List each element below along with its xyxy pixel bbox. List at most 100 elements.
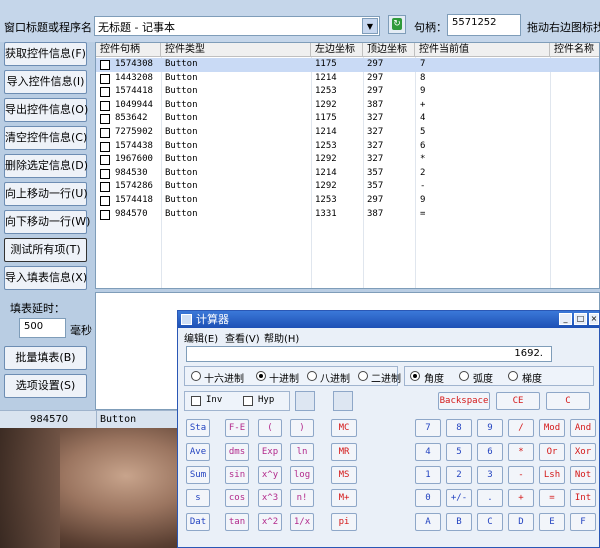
pad-key-1-3[interactable]: *: [508, 443, 534, 461]
handle-input[interactable]: 5571252: [447, 14, 521, 36]
pad-key-1-5[interactable]: Xor: [570, 443, 596, 461]
sci-key-1-1[interactable]: dms: [225, 443, 249, 461]
pad-key-0-3[interactable]: /: [508, 419, 534, 437]
pad-key-4-0[interactable]: A: [415, 513, 441, 531]
radio-bin[interactable]: [358, 371, 368, 381]
sci-key-2-1[interactable]: sin: [225, 466, 249, 484]
memory-key-1[interactable]: MR: [331, 443, 357, 461]
close-icon[interactable]: ×: [589, 313, 599, 325]
sci-key-0-2[interactable]: (: [258, 419, 282, 437]
row-checkbox[interactable]: [100, 100, 110, 111]
fill-delay-input[interactable]: 500: [19, 318, 66, 338]
ce-button[interactable]: CE: [496, 392, 540, 410]
table-row[interactable]: 1574308 Button 1175 297 7: [96, 58, 599, 72]
pad-key-0-2[interactable]: 9: [477, 419, 503, 437]
sci-key-1-3[interactable]: ln: [290, 443, 314, 461]
sci-key-1-2[interactable]: Exp: [258, 443, 282, 461]
pad-key-2-4[interactable]: Lsh: [539, 466, 565, 484]
radio-hex[interactable]: [191, 371, 201, 381]
sci-key-4-1[interactable]: tan: [225, 513, 249, 531]
memory-key-3[interactable]: M+: [331, 489, 357, 507]
pad-key-1-2[interactable]: 6: [477, 443, 503, 461]
row-checkbox[interactable]: [100, 114, 110, 125]
row-checkbox[interactable]: [100, 141, 110, 152]
column-header-name[interactable]: 控件名称: [550, 43, 599, 57]
menu-view[interactable]: 查看(V): [225, 330, 260, 345]
table-row[interactable]: 7275902 Button 1214 327 5: [96, 126, 599, 140]
table-row[interactable]: 984530 Button 1214 357 2: [96, 167, 599, 181]
minimize-icon[interactable]: _: [559, 313, 572, 325]
move-down-button[interactable]: 向下移动一行(W): [4, 210, 90, 234]
refresh-button[interactable]: ↻: [388, 15, 406, 34]
pad-key-2-3[interactable]: -: [508, 466, 534, 484]
row-checkbox[interactable]: [100, 128, 110, 138]
table-row[interactable]: 853642 Button 1175 327 4: [96, 112, 599, 126]
memory-key-2[interactable]: MS: [331, 466, 357, 484]
sci-key-3-3[interactable]: n!: [290, 489, 314, 507]
pad-key-2-1[interactable]: 2: [446, 466, 472, 484]
delete-selected-button[interactable]: 删除选定信息(D): [4, 154, 88, 178]
table-row[interactable]: 984570 Button 1331 387 =: [96, 208, 599, 222]
memory-key-0[interactable]: MC: [331, 419, 357, 437]
options-button[interactable]: 选项设置(S): [4, 374, 87, 398]
pad-key-3-0[interactable]: 0: [415, 489, 441, 507]
sci-key-4-3[interactable]: 1/x: [290, 513, 314, 531]
sci-key-4-0[interactable]: Dat: [186, 513, 210, 531]
move-up-button[interactable]: 向上移动一行(U): [4, 182, 88, 206]
menu-help[interactable]: 帮助(H): [264, 330, 299, 345]
inv-checkbox[interactable]: [191, 396, 201, 406]
row-checkbox[interactable]: [100, 87, 110, 98]
row-checkbox[interactable]: [100, 60, 110, 70]
column-header-top[interactable]: 顶边坐标: [363, 43, 415, 57]
get-control-info-button[interactable]: 获取控件信息(F): [4, 42, 87, 66]
batch-fill-button[interactable]: 批量填表(B): [4, 346, 87, 370]
sci-key-4-2[interactable]: x^2: [258, 513, 282, 531]
table-row[interactable]: 1443208 Button 1214 297 8: [96, 72, 599, 86]
pad-key-3-2[interactable]: .: [477, 489, 503, 507]
table-row[interactable]: 1574418 Button 1253 297 9: [96, 194, 599, 208]
pad-key-0-5[interactable]: And: [570, 419, 596, 437]
pad-key-0-4[interactable]: Mod: [539, 419, 565, 437]
radio-radians[interactable]: [459, 371, 469, 381]
column-header-handle[interactable]: 控件句柄: [96, 43, 161, 57]
row-checkbox[interactable]: [100, 182, 110, 193]
test-all-button[interactable]: 测试所有项(T): [4, 238, 87, 262]
pad-key-4-5[interactable]: F: [570, 513, 596, 531]
radio-dec[interactable]: [256, 371, 266, 381]
sci-key-1-0[interactable]: Ave: [186, 443, 210, 461]
sci-key-3-1[interactable]: cos: [225, 489, 249, 507]
chevron-down-icon[interactable]: ▼: [362, 18, 378, 34]
pad-key-3-4[interactable]: =: [539, 489, 565, 507]
pad-key-1-4[interactable]: Or: [539, 443, 565, 461]
sci-key-2-0[interactable]: Sum: [186, 466, 210, 484]
control-list-table[interactable]: 控件句柄 控件类型 左边坐标 顶边坐标 控件当前值 控件名称 1574308 Bu…: [95, 42, 600, 289]
column-header-type[interactable]: 控件类型: [161, 43, 311, 57]
radio-oct[interactable]: [307, 371, 317, 381]
pad-key-1-1[interactable]: 5: [446, 443, 472, 461]
pad-key-2-2[interactable]: 3: [477, 466, 503, 484]
maximize-icon[interactable]: □: [574, 313, 587, 325]
row-checkbox[interactable]: [100, 209, 110, 220]
table-row[interactable]: 1574438 Button 1253 327 6: [96, 140, 599, 154]
table-row[interactable]: 1049944 Button 1292 387 +: [96, 99, 599, 113]
sci-key-3-0[interactable]: s: [186, 489, 210, 507]
pad-key-4-3[interactable]: D: [508, 513, 534, 531]
column-header-left[interactable]: 左边坐标: [311, 43, 363, 57]
sci-key-2-2[interactable]: x^y: [258, 466, 282, 484]
sci-key-0-3[interactable]: ): [290, 419, 314, 437]
pad-key-0-0[interactable]: 7: [415, 419, 441, 437]
pad-key-4-4[interactable]: E: [539, 513, 565, 531]
sci-key-0-1[interactable]: F-E: [225, 419, 249, 437]
row-checkbox[interactable]: [100, 168, 110, 179]
clear-control-info-button[interactable]: 清空控件信息(C): [4, 126, 87, 150]
pad-key-2-5[interactable]: Not: [570, 466, 596, 484]
import-fill-info-button[interactable]: 导入填表信息(X): [4, 266, 87, 290]
row-checkbox[interactable]: [100, 155, 110, 166]
menu-edit[interactable]: 编辑(E): [184, 330, 218, 345]
pad-key-4-2[interactable]: C: [477, 513, 503, 531]
sci-key-3-2[interactable]: x^3: [258, 489, 282, 507]
sci-key-0-0[interactable]: Sta: [186, 419, 210, 437]
export-control-info-button[interactable]: 导出控件信息(O): [4, 98, 88, 122]
hyp-checkbox[interactable]: [243, 396, 253, 406]
window-title-combo[interactable]: 无标题 - 记事本 ▼: [94, 16, 380, 36]
